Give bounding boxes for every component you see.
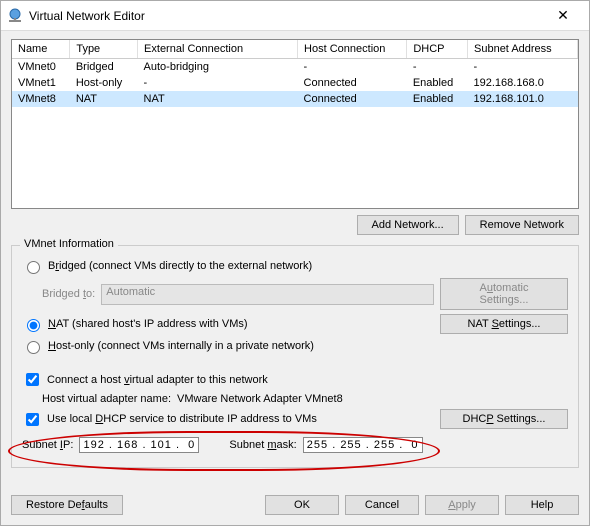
host-adapter-name-value: VMware Network Adapter VMnet8 [177,393,343,405]
cell-dhcp: Enabled [407,91,468,107]
vmnet-information-group: VMnet Information Bridged (connect VMs d… [11,245,579,468]
col-type[interactable]: Type [70,40,138,59]
cell-ext: NAT [138,91,298,107]
subnet-mask-label: Subnet mask: [229,439,296,451]
cancel-button[interactable]: Cancel [345,495,419,515]
bridged-radio-label[interactable]: Bridged (connect VMs directly to the ext… [22,258,312,274]
hostonly-radio[interactable] [27,341,40,354]
col-dhcp[interactable]: DHCP [407,40,468,59]
networks-table[interactable]: Name Type External Connection Host Conne… [11,39,579,209]
cell-subnet: 192.168.168.0 [468,75,578,91]
virtual-network-editor-window: Virtual Network Editor ✕ Name Type Exter… [0,0,590,526]
subnet-mask-input[interactable] [303,437,423,453]
use-dhcp-label[interactable]: Use local DHCP service to distribute IP … [22,410,317,429]
dhcp-settings-button[interactable]: DHCP Settings... [440,409,568,429]
apply-button: Apply [425,495,499,515]
table-row[interactable]: VMnet1Host-only-ConnectedEnabled192.168.… [12,75,578,91]
cell-subnet: 192.168.101.0 [468,91,578,107]
cell-name: VMnet0 [12,59,70,76]
connect-host-adapter-label[interactable]: Connect a host virtual adapter to this n… [22,370,268,389]
table-row[interactable]: VMnet8NATNATConnectedEnabled192.168.101.… [12,91,578,107]
close-icon[interactable]: ✕ [543,7,583,24]
cell-dhcp: - [407,59,468,76]
col-ext[interactable]: External Connection [138,40,298,59]
remove-network-button[interactable]: Remove Network [465,215,579,235]
subnet-ip-input[interactable] [79,437,199,453]
bridged-to-select: Automatic [101,284,434,305]
app-icon [7,8,23,24]
table-header-row: Name Type External Connection Host Conne… [12,40,578,59]
hostonly-radio-label[interactable]: Host-only (connect VMs internally in a p… [22,338,314,354]
col-subnet[interactable]: Subnet Address [468,40,578,59]
nat-radio[interactable] [27,319,40,332]
group-title: VMnet Information [20,238,118,250]
nat-radio-label[interactable]: NAT (shared host's IP address with VMs) [22,316,248,332]
help-button[interactable]: Help [505,495,579,515]
use-dhcp-checkbox[interactable] [26,413,39,426]
bridged-radio[interactable] [27,261,40,274]
cell-type: Host-only [70,75,138,91]
col-host[interactable]: Host Connection [298,40,407,59]
cell-type: NAT [70,91,138,107]
nat-settings-button[interactable]: NAT Settings... [440,314,568,334]
col-name[interactable]: Name [12,40,70,59]
window-title: Virtual Network Editor [29,9,543,23]
connect-host-adapter-checkbox[interactable] [26,373,39,386]
add-network-button[interactable]: Add Network... [357,215,459,235]
cell-type: Bridged [70,59,138,76]
titlebar: Virtual Network Editor ✕ [1,1,589,31]
bottom-button-row: Restore Defaults OK Cancel Apply Help [11,485,579,515]
table-row[interactable]: VMnet0BridgedAuto-bridging--- [12,59,578,76]
cell-host: Connected [298,91,407,107]
body: Name Type External Connection Host Conne… [1,31,589,525]
cell-host: Connected [298,75,407,91]
cell-subnet: - [468,59,578,76]
automatic-settings-button: Automatic Settings... [440,278,568,310]
ok-button[interactable]: OK [265,495,339,515]
cell-host: - [298,59,407,76]
subnet-ip-label: Subnet IP: [22,439,73,451]
restore-defaults-button[interactable]: Restore Defaults [11,495,123,515]
cell-ext: - [138,75,298,91]
cell-ext: Auto-bridging [138,59,298,76]
bridged-to-label: Bridged to: [42,288,95,300]
cell-name: VMnet1 [12,75,70,91]
cell-name: VMnet8 [12,91,70,107]
cell-dhcp: Enabled [407,75,468,91]
host-adapter-name-label: Host virtual adapter name: [42,393,171,405]
